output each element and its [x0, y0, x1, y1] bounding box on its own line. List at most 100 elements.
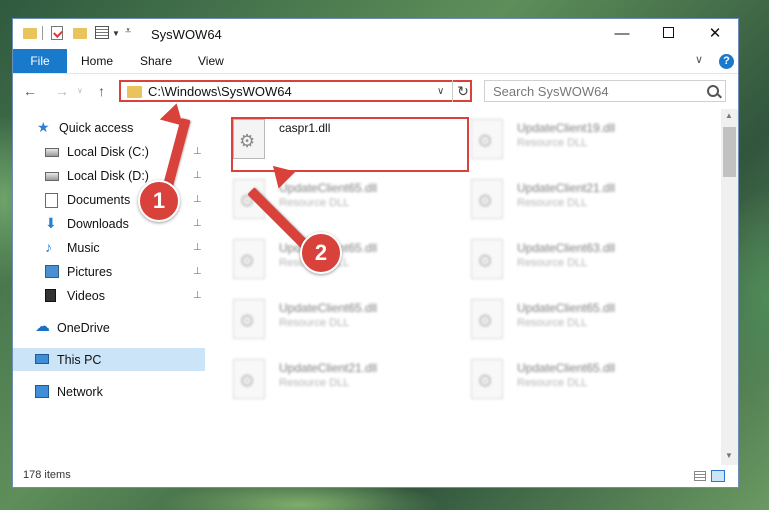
star-icon: ★ [37, 119, 50, 135]
tab-home[interactable]: Home [81, 49, 113, 73]
toolbar-separator [42, 26, 43, 40]
file-explorer-window: ▼ ⩡ SysWOW64 — ✕ File Home Share View ∨ … [12, 18, 739, 488]
sidebar-item-label: Local Disk (C:) [67, 145, 149, 159]
back-button[interactable]: ← [23, 83, 37, 99]
pin-icon[interactable]: ⊥ [193, 213, 202, 235]
sidebar-item-label: Quick access [59, 121, 134, 135]
address-bar[interactable]: C:\Windows\SysWOW64 ∨ ↻ [119, 80, 472, 102]
sidebar-item-music[interactable]: ♪ Music ⊥ [45, 237, 207, 259]
pictures-icon [45, 265, 59, 278]
file-name: UpdateClient65.dll [517, 301, 616, 315]
search-input[interactable]: Search SysWOW64 [484, 80, 726, 102]
sidebar-item-documents[interactable]: Documents ⊥ [45, 189, 207, 211]
computer-icon [35, 354, 49, 364]
scrollbar-thumb[interactable] [723, 127, 736, 177]
sidebar-item-label: This PC [57, 353, 102, 367]
sidebar-item-videos[interactable]: Videos ⊥ [45, 285, 207, 307]
status-bar: 178 items [13, 465, 738, 487]
maximize-button[interactable] [645, 19, 691, 49]
sidebar-item-downloads[interactable]: ⬇ Downloads ⊥ [45, 213, 207, 235]
file-type: Resource DLL [517, 377, 588, 389]
forward-button[interactable]: → [55, 83, 69, 99]
recent-locations-button[interactable]: ∨ [77, 86, 83, 95]
dll-file-icon [471, 299, 503, 339]
tab-share[interactable]: Share [140, 49, 172, 73]
sidebar-item-label: Local Disk (D:) [67, 169, 149, 183]
pin-icon[interactable]: ⊥ [193, 285, 202, 307]
tab-file[interactable]: File [13, 49, 67, 73]
address-path[interactable]: C:\Windows\SysWOW64 [148, 84, 292, 99]
downloads-icon: ⬇ [45, 215, 57, 231]
sidebar-item-label: OneDrive [57, 321, 110, 335]
sidebar-item-pictures[interactable]: Pictures ⊥ [45, 261, 207, 283]
help-icon[interactable]: ? [719, 54, 734, 69]
close-button[interactable]: ✕ [692, 19, 738, 49]
sidebar-item-label: Videos [67, 289, 105, 303]
file-type: Resource DLL [517, 317, 588, 329]
customize-toolbar-icon[interactable]: ⩡ [125, 25, 131, 41]
file-type: Resource DLL [279, 377, 350, 389]
dll-file-icon [471, 119, 503, 159]
item-count: 178 items [23, 469, 71, 481]
sidebar-item-this-pc[interactable]: This PC [35, 349, 205, 371]
details-view-icon[interactable] [694, 471, 706, 481]
file-type: Resource DLL [517, 197, 588, 209]
file-type: Resource DLL [517, 257, 588, 269]
file-item[interactable]: UpdateClient19.dll Resource DLL [471, 119, 701, 167]
file-name: UpdateClient21.dll [517, 181, 616, 195]
documents-icon [45, 193, 58, 208]
annotation-badge-1: 1 [138, 180, 180, 222]
dll-file-icon [233, 239, 265, 279]
drive-icon [45, 172, 59, 181]
pin-icon[interactable]: ⊥ [193, 261, 202, 283]
scroll-down-icon[interactable]: ▼ [725, 451, 733, 460]
sidebar-item-label: Pictures [67, 265, 113, 279]
sidebar-item-network[interactable]: Network [35, 381, 205, 403]
file-item[interactable]: UpdateClient21.dll Resource DLL [233, 359, 463, 407]
videos-icon [45, 289, 56, 302]
file-type: Resource DLL [517, 137, 588, 149]
vertical-scrollbar[interactable]: ▲ ▼ [721, 109, 738, 465]
chevron-down-icon[interactable]: ▼ [112, 29, 120, 45]
file-item[interactable]: UpdateClient21.dll Resource DLL [471, 179, 701, 227]
file-item[interactable]: UpdateClient65.dll Resource DLL [471, 299, 701, 347]
pin-icon[interactable]: ⊥ [193, 141, 202, 163]
pin-icon[interactable]: ⊥ [193, 237, 202, 259]
sidebar-item-label: Network [57, 385, 103, 399]
tab-view[interactable]: View [198, 49, 224, 73]
file-item[interactable]: UpdateClient65.dll Resource DLL [471, 359, 701, 407]
address-row: ← → ∨ ↑ C:\Windows\SysWOW64 ∨ ↻ Search S… [13, 74, 738, 108]
file-item[interactable]: UpdateClient65.dll Resource DLL [233, 239, 463, 287]
address-dropdown[interactable]: ∨ [437, 86, 444, 97]
ribbon: File Home Share View ∨ ? [13, 49, 738, 74]
folder-icon [127, 86, 142, 98]
sidebar-item-onedrive[interactable]: ☁ OneDrive [35, 317, 205, 339]
file-name: UpdateClient65.dll [279, 181, 378, 195]
music-icon: ♪ [45, 239, 52, 255]
pin-icon[interactable]: ⊥ [193, 189, 202, 211]
properties-icon[interactable] [51, 26, 63, 40]
file-name: UpdateClient65.dll [517, 361, 616, 375]
refresh-button[interactable]: ↻ [452, 80, 473, 102]
highlight-box-file [231, 117, 469, 172]
new-folder-icon[interactable] [73, 28, 87, 39]
title-bar: ▼ ⩡ SysWOW64 — ✕ [13, 19, 738, 49]
large-icons-view-icon[interactable] [711, 470, 725, 482]
file-item[interactable]: UpdateClient65.dll Resource DLL [233, 299, 463, 347]
sidebar-item-local-disk-d[interactable]: Local Disk (D:) ⊥ [45, 165, 207, 187]
drive-icon [45, 148, 59, 157]
file-name: UpdateClient63.dll [517, 241, 616, 255]
file-item[interactable]: UpdateClient63.dll Resource DLL [471, 239, 701, 287]
window-title: SysWOW64 [151, 27, 222, 42]
dll-file-icon [471, 239, 503, 279]
dll-file-icon [471, 359, 503, 399]
scroll-up-icon[interactable]: ▲ [725, 111, 733, 120]
network-icon [35, 385, 49, 398]
expand-ribbon-icon[interactable]: ∨ [695, 53, 703, 66]
file-name: UpdateClient65.dll [279, 301, 378, 315]
pin-icon[interactable]: ⊥ [193, 165, 202, 187]
up-button[interactable]: ↑ [98, 83, 105, 99]
minimize-button[interactable]: — [599, 19, 645, 49]
view-icon[interactable] [95, 26, 109, 39]
sidebar-item-label: Music [67, 241, 100, 255]
